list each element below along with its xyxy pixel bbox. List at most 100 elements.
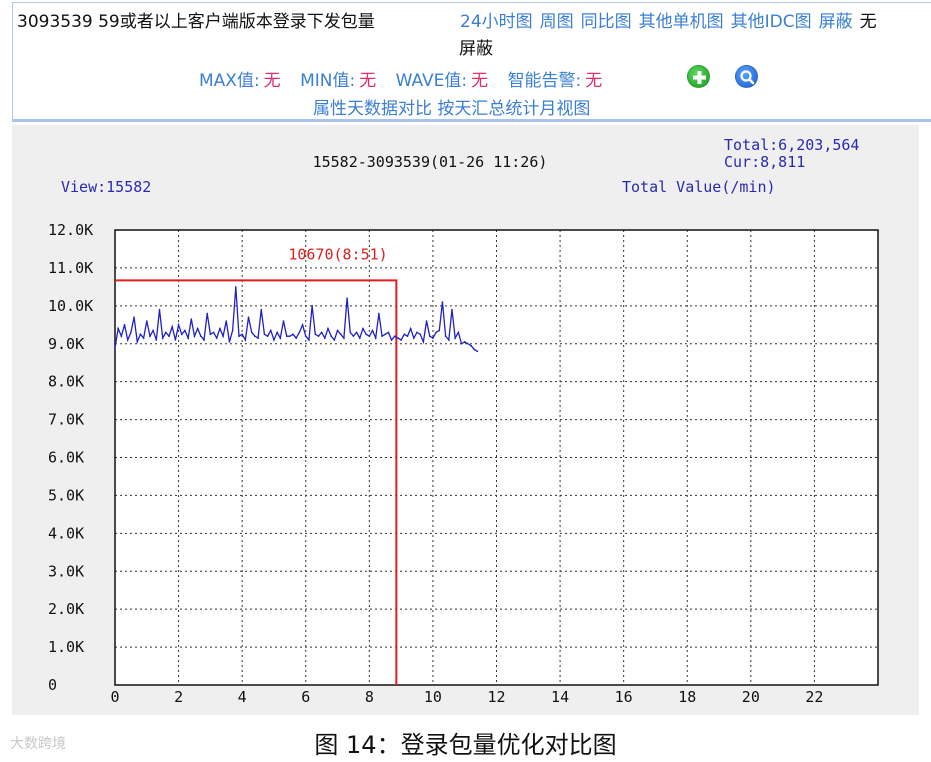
series-point bbox=[126, 339, 129, 341]
series-point bbox=[276, 331, 278, 334]
series-point bbox=[333, 339, 336, 341]
y-tick-label: 4.0K bbox=[48, 524, 84, 542]
series-point bbox=[161, 337, 164, 339]
series-point bbox=[254, 335, 256, 337]
series-point bbox=[314, 333, 317, 336]
search-button[interactable] bbox=[735, 65, 758, 88]
series-point bbox=[260, 308, 263, 311]
link-week-chart[interactable]: 周图 bbox=[540, 12, 574, 32]
series-point bbox=[241, 333, 243, 336]
series-point bbox=[330, 335, 332, 337]
link-other-idc-chart[interactable]: 其他IDC图 bbox=[731, 12, 812, 32]
series-point bbox=[438, 329, 441, 332]
series-point bbox=[425, 320, 428, 322]
series-point bbox=[448, 339, 450, 341]
y-tick-label: 12.0K bbox=[48, 221, 93, 239]
series-point bbox=[362, 327, 364, 330]
series-point bbox=[384, 333, 387, 336]
series-point bbox=[349, 331, 352, 334]
series-point bbox=[416, 331, 418, 334]
series-point bbox=[371, 329, 374, 332]
series-point bbox=[149, 335, 151, 337]
stat-value: 无 bbox=[585, 71, 603, 91]
series-point bbox=[190, 318, 193, 320]
series-point bbox=[397, 337, 399, 339]
y-tick-label: 0 bbox=[48, 676, 57, 694]
series-point bbox=[441, 301, 444, 303]
total-label: Total:6,203,564 bbox=[724, 136, 859, 154]
series-point bbox=[184, 329, 186, 332]
series-point bbox=[117, 327, 119, 330]
series-point bbox=[171, 325, 174, 328]
series-point bbox=[460, 342, 463, 345]
x-tick-label: 8 bbox=[365, 688, 374, 706]
series-point bbox=[139, 333, 142, 336]
chart-svg: 15582-3093539(01-26 11:26) View:15582 To… bbox=[48, 136, 879, 706]
stat-value: 无 bbox=[263, 71, 281, 91]
series-point bbox=[419, 333, 422, 336]
series-point bbox=[292, 333, 294, 336]
y-axis-label: Total Value(/min) bbox=[622, 178, 776, 196]
x-tick-label: 12 bbox=[487, 688, 505, 706]
x-tick-label: 22 bbox=[805, 688, 823, 706]
series-point bbox=[358, 337, 361, 339]
link-daily-compare-monthly-view[interactable]: 属性天数据对比 按天汇总统计月视图 bbox=[313, 98, 590, 119]
series-point bbox=[114, 346, 116, 349]
series-point bbox=[209, 333, 212, 336]
mask-wrapped-text: 屏蔽 bbox=[459, 39, 493, 59]
series-point bbox=[120, 335, 123, 337]
series-point bbox=[473, 348, 476, 351]
link-24h-chart[interactable]: 24小时图 bbox=[460, 12, 533, 32]
y-tick-label: 7.0K bbox=[48, 411, 84, 429]
series-point bbox=[285, 335, 288, 337]
x-tick-label: 0 bbox=[110, 688, 119, 706]
series-point bbox=[435, 331, 437, 334]
series-point bbox=[289, 335, 291, 337]
series-point bbox=[133, 316, 135, 319]
series-point bbox=[168, 335, 170, 337]
series-point bbox=[193, 335, 196, 337]
stat-label: 智能告警: bbox=[507, 71, 582, 91]
series-point bbox=[228, 341, 231, 343]
x-tick-label: 16 bbox=[615, 688, 633, 706]
chart-panel: 15582-3093539(01-26 11:26) View:15582 To… bbox=[12, 125, 919, 715]
series-point bbox=[269, 329, 272, 332]
series-point bbox=[422, 341, 425, 343]
series-point bbox=[212, 331, 215, 334]
metric-name: 3093539 59或者以上客户端版本登录下发包量 bbox=[17, 12, 375, 32]
series-point bbox=[145, 320, 148, 322]
series-point bbox=[225, 320, 228, 322]
stat-min: MIN值: 无 bbox=[300, 71, 376, 91]
y-tick-label: 11.0K bbox=[48, 259, 93, 277]
series-point bbox=[215, 337, 218, 339]
magnifier-icon bbox=[740, 70, 755, 85]
y-tick-label: 9.0K bbox=[48, 335, 84, 353]
series-point bbox=[413, 337, 415, 339]
cur-label: Cur:8,811 bbox=[724, 153, 805, 171]
series-point bbox=[355, 331, 358, 334]
x-tick-label: 14 bbox=[551, 688, 569, 706]
series-point bbox=[476, 350, 479, 353]
series-point bbox=[470, 344, 472, 347]
series-point bbox=[390, 339, 393, 341]
link-mask[interactable]: 屏蔽 bbox=[819, 12, 853, 32]
series-point bbox=[187, 337, 189, 339]
series-point bbox=[400, 339, 402, 341]
series-point bbox=[279, 337, 282, 339]
series-point bbox=[374, 337, 377, 339]
link-yoy-chart[interactable]: 同比图 bbox=[581, 12, 632, 32]
stat-smart-alert: 智能告警: 无 bbox=[508, 71, 603, 91]
add-button[interactable] bbox=[687, 65, 710, 88]
series-point bbox=[174, 339, 177, 341]
series-point bbox=[320, 331, 323, 334]
y-tick-label: 2.0K bbox=[48, 600, 84, 618]
series-point bbox=[219, 327, 221, 330]
x-tick-label: 2 bbox=[174, 688, 183, 706]
stat-value: 无 bbox=[471, 71, 489, 91]
link-other-host-chart[interactable]: 其他单机图 bbox=[639, 12, 724, 32]
series-point bbox=[346, 297, 348, 300]
series-point bbox=[200, 335, 202, 337]
x-tick-label: 4 bbox=[238, 688, 247, 706]
stat-label: WAVE值: bbox=[395, 71, 468, 91]
y-tick-label: 3.0K bbox=[48, 562, 84, 580]
